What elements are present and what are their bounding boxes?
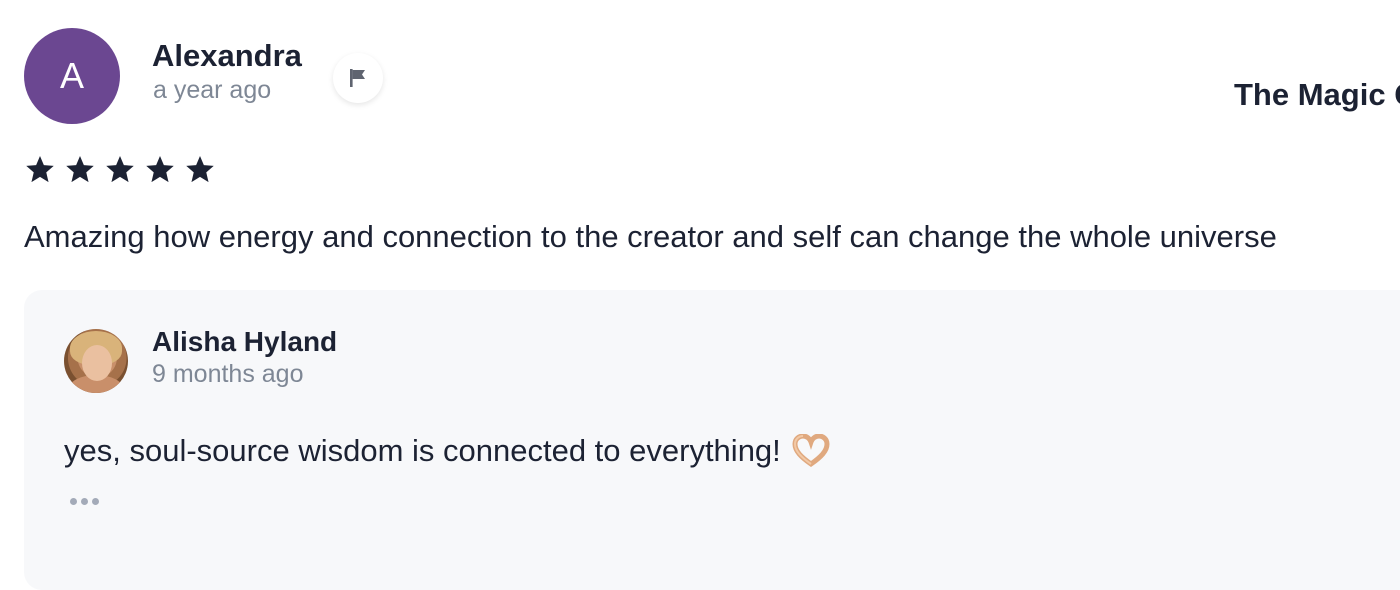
replier-avatar [64, 329, 128, 393]
course-title[interactable]: The Magic C [1234, 77, 1400, 113]
star-icon [66, 156, 94, 183]
replier-name: Alisha Hyland [152, 326, 338, 357]
reviewer-avatar: A [24, 28, 120, 124]
heart-hands-icon [792, 434, 830, 468]
review-text: Amazing how energy and connection to the… [24, 219, 1277, 254]
reply-timestamp: 9 months ago [152, 360, 304, 388]
reply-text-row: yes, soul-source wisdom is connected to … [64, 433, 831, 469]
reviewer-name: Alexandra [152, 38, 302, 73]
flag-icon [350, 69, 365, 87]
reviewer-avatar-letter: A [59, 55, 84, 96]
more-options-button[interactable] [70, 498, 99, 505]
ellipsis-icon [70, 498, 77, 505]
star-icon [146, 156, 174, 183]
star-icon [186, 156, 214, 183]
reply-text: yes, soul-source wisdom is connected to … [64, 433, 781, 468]
star-icon [106, 156, 134, 183]
report-flag-button[interactable] [333, 53, 383, 103]
star-icon [26, 156, 54, 183]
review-timestamp: a year ago [153, 76, 272, 104]
star-rating [24, 154, 216, 186]
